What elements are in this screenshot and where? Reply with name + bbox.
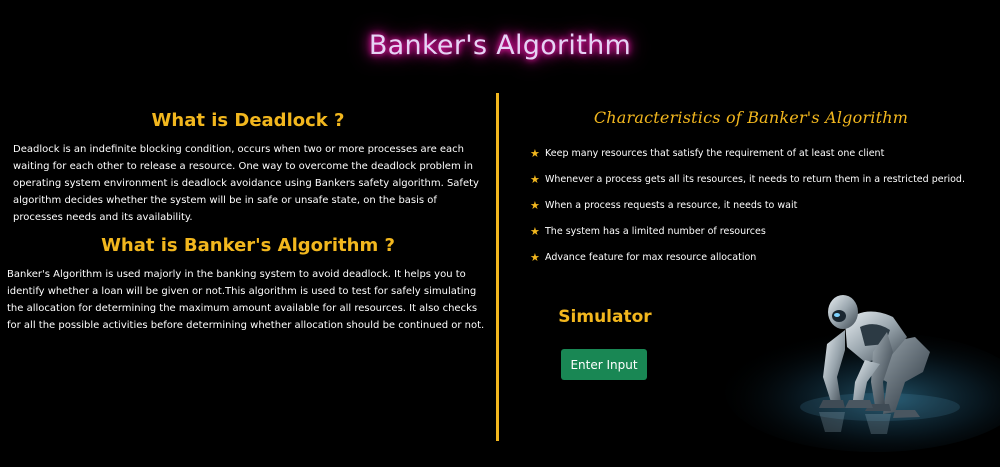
characteristic-text: Advance feature for max resource allocat…	[545, 251, 757, 263]
deadlock-heading: What is Deadlock ?	[151, 110, 345, 131]
star-icon: ★	[530, 198, 540, 212]
banker-heading: What is Banker's Algorithm ?	[101, 235, 395, 256]
page: Banker's Algorithm What is Deadlock ? De…	[0, 0, 1000, 467]
star-icon: ★	[530, 250, 540, 264]
characteristic-text: Keep many resources that satisfy the req…	[545, 147, 885, 159]
characteristic-text: Whenever a process gets all its resource…	[545, 173, 965, 185]
characteristic-text: The system has a limited number of resou…	[545, 225, 766, 237]
enter-input-button[interactable]: Enter Input	[561, 349, 647, 380]
list-item: ★ When a process requests a resource, it…	[530, 192, 980, 218]
deadlock-description: Deadlock is an indefinite blocking condi…	[13, 144, 479, 223]
robot-image	[725, 295, 1000, 452]
simulator-heading: Simulator	[558, 307, 652, 327]
banker-description: Banker's Algorithm is used majorly in th…	[7, 269, 485, 331]
characteristics-list: ★ Keep many resources that satisfy the r…	[530, 140, 980, 270]
characteristic-text: When a process requests a resource, it n…	[545, 199, 798, 211]
list-item: ★ Advance feature for max resource alloc…	[530, 244, 980, 270]
characteristics-heading: Characteristics of Banker's Algorithm	[593, 108, 909, 127]
list-item: ★ Whenever a process gets all its resour…	[530, 166, 980, 192]
star-icon: ★	[530, 146, 540, 160]
list-item: ★ The system has a limited number of res…	[530, 218, 980, 244]
column-divider	[496, 93, 499, 441]
page-title: Banker's Algorithm	[368, 30, 632, 61]
star-icon: ★	[530, 224, 540, 238]
list-item: ★ Keep many resources that satisfy the r…	[530, 140, 980, 166]
star-icon: ★	[530, 172, 540, 186]
